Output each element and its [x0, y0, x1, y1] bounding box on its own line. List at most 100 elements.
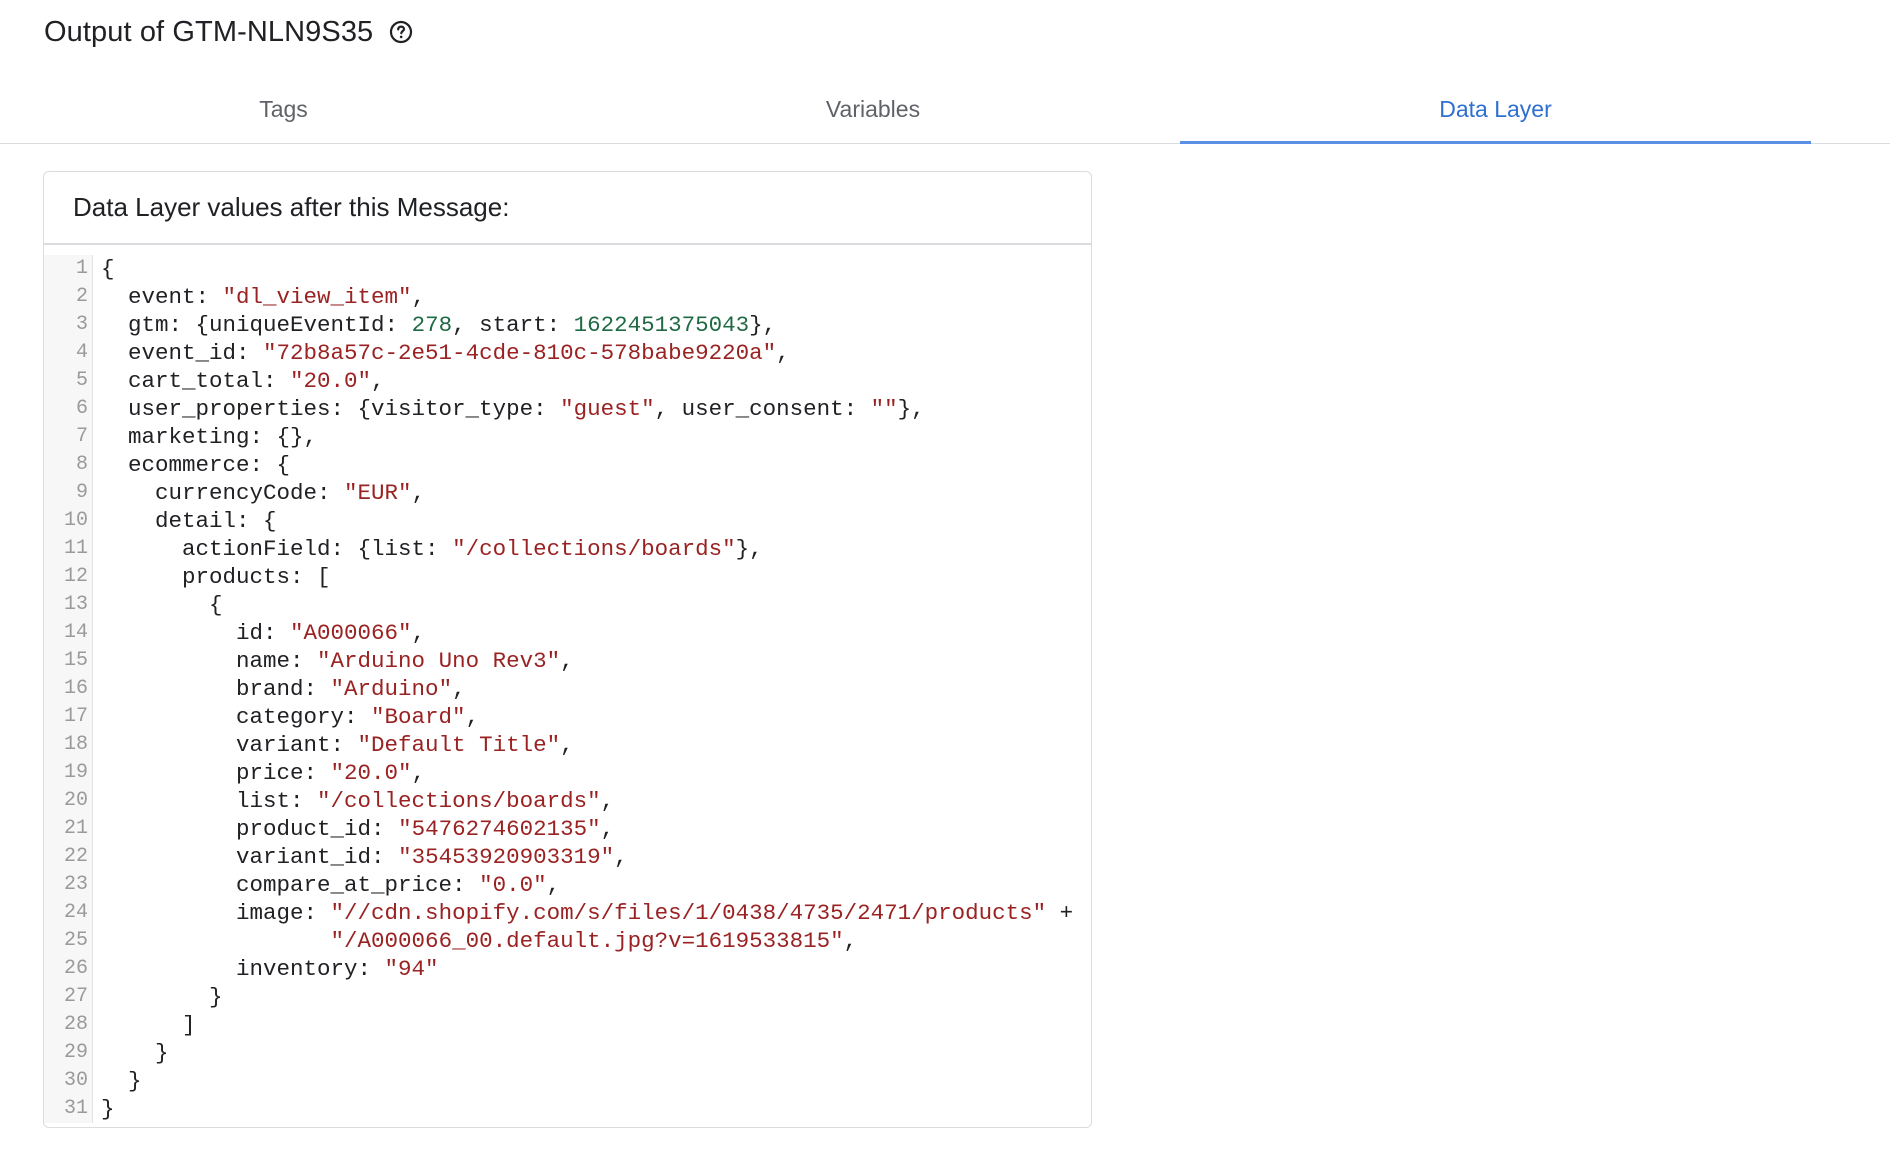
line-number: 8	[75, 453, 88, 476]
string-token: "/collections/boards"	[317, 788, 601, 814]
number-token: 1622451375043	[573, 312, 750, 338]
code-token: ecommerce: {	[101, 452, 291, 478]
code-token: +	[1046, 900, 1074, 926]
line-number: 25	[63, 929, 88, 952]
line-number: 7	[75, 425, 88, 448]
code-token: cart_total:	[101, 368, 291, 394]
code-token: id:	[101, 620, 291, 646]
code-token: }	[101, 1068, 142, 1094]
code-token: event:	[101, 284, 223, 310]
code-token: ,	[843, 928, 858, 954]
string-token: "//cdn.shopify.com/s/files/1/0438/4735/2…	[330, 900, 1047, 926]
line-number: 2	[75, 285, 88, 308]
code-token: {	[101, 256, 115, 282]
line-number: 14	[63, 621, 88, 644]
code-line: products: [	[101, 563, 1073, 591]
string-token: "20.0"	[330, 760, 412, 786]
code-line: marketing: {},	[101, 423, 1073, 451]
tab-tags[interactable]: Tags	[0, 76, 567, 143]
number-token: 278	[411, 312, 453, 338]
active-tab-indicator	[1180, 141, 1811, 144]
code-token: image:	[101, 900, 331, 926]
code-token: actionField: {list:	[101, 536, 453, 562]
string-token: "35453920903319"	[398, 844, 615, 870]
code-token: ,	[465, 704, 480, 730]
string-token: "A000066"	[290, 620, 412, 646]
code-token: },	[897, 396, 925, 422]
code-token: products: [	[101, 564, 331, 590]
line-number: 12	[63, 565, 88, 588]
line-number: 24	[63, 901, 88, 924]
code-token: ,	[560, 732, 574, 758]
code-line: event: "dl_view_item",	[101, 283, 1073, 311]
string-token: "Default Title"	[357, 732, 561, 758]
code-token: }	[101, 1040, 169, 1066]
line-number: 11	[63, 537, 88, 560]
code-token: {	[101, 592, 223, 618]
code-line: brand: "Arduino",	[101, 675, 1073, 703]
line-number-gutter: 1 2 3 4 5 6 7 8 9 10 11 12 13 14 15 16 17 18 19 20 21 22 23 24 2…	[44, 255, 93, 1123]
code-line: {	[101, 255, 1073, 283]
code-line: id: "A000066",	[101, 619, 1073, 647]
code-token: list:	[101, 788, 318, 814]
line-number: 3	[75, 313, 88, 336]
line-number: 22	[63, 845, 88, 868]
code-line: ecommerce: {	[101, 451, 1073, 479]
code-line: actionField: {list: "/collections/boards…	[101, 535, 1073, 563]
code-token: variant:	[101, 732, 358, 758]
line-number: 18	[63, 733, 88, 756]
line-number: 28	[63, 1013, 88, 1036]
code-lines: { event: "dl_view_item", gtm: {uniqueEve…	[93, 255, 1073, 1123]
code-token: },	[749, 312, 777, 338]
code-token: inventory:	[101, 956, 385, 982]
code-token: variant_id:	[101, 844, 399, 870]
code-line: currencyCode: "EUR",	[101, 479, 1073, 507]
string-token: ""	[870, 396, 898, 422]
code-token: ,	[411, 620, 426, 646]
string-token: "0.0"	[479, 872, 547, 898]
code-token: ,	[560, 648, 574, 674]
code-token: brand:	[101, 676, 331, 702]
string-token: "EUR"	[344, 480, 412, 506]
line-number: 26	[63, 957, 88, 980]
code-line: cart_total: "20.0",	[101, 367, 1073, 395]
code-token: currencyCode:	[101, 480, 345, 506]
code-line: event_id: "72b8a57c-2e51-4cde-810c-578ba…	[101, 339, 1073, 367]
code-line: ]	[101, 1011, 1073, 1039]
line-number: 10	[63, 509, 88, 532]
tab-tags-label: Tags	[259, 96, 308, 122]
help-icon[interactable]	[389, 20, 413, 44]
code-line: list: "/collections/boards",	[101, 787, 1073, 815]
code-line: }	[101, 1067, 1073, 1095]
string-token: "94"	[384, 956, 439, 982]
line-number: 23	[63, 873, 88, 896]
code-token: gtm: {uniqueEventId:	[101, 312, 412, 338]
code-line: product_id: "5476274602135",	[101, 815, 1073, 843]
string-token: "Arduino"	[330, 676, 453, 702]
code-viewer[interactable]: 1 2 3 4 5 6 7 8 9 10 11 12 13 14 15 16 17 18 19 20 21 22 23 24 2…	[44, 245, 1091, 1123]
code-line: name: "Arduino Uno Rev3",	[101, 647, 1073, 675]
code-token: name:	[101, 648, 318, 674]
line-number: 21	[63, 817, 88, 840]
code-token: , start:	[452, 312, 574, 338]
code-line: compare_at_price: "0.0",	[101, 871, 1073, 899]
string-token: "guest"	[560, 396, 655, 422]
line-number: 1	[75, 257, 88, 280]
tab-variables[interactable]: Variables	[567, 76, 1179, 143]
code-token: ,	[452, 676, 466, 702]
page-title: Output of GTM-NLN9S35	[44, 15, 374, 48]
code-token: compare_at_price:	[101, 872, 480, 898]
code-line: variant_id: "35453920903319",	[101, 843, 1073, 871]
header: Output of GTM-NLN9S35	[44, 12, 413, 52]
line-number: 19	[63, 761, 88, 784]
code-token: }	[101, 984, 223, 1010]
data-layer-card: Data Layer values after this Message: 12…	[43, 171, 1092, 1128]
code-line: variant: "Default Title",	[101, 731, 1073, 759]
string-token: "20.0"	[290, 368, 372, 394]
code-line: gtm: {uniqueEventId: 278, start: 1622451…	[101, 311, 1073, 339]
tab-data-layer[interactable]: Data Layer	[1180, 76, 1811, 144]
code-line: category: "Board",	[101, 703, 1073, 731]
code-token: marketing: {},	[101, 424, 318, 450]
line-number: 13	[63, 593, 88, 616]
code-token: detail: {	[101, 508, 277, 534]
